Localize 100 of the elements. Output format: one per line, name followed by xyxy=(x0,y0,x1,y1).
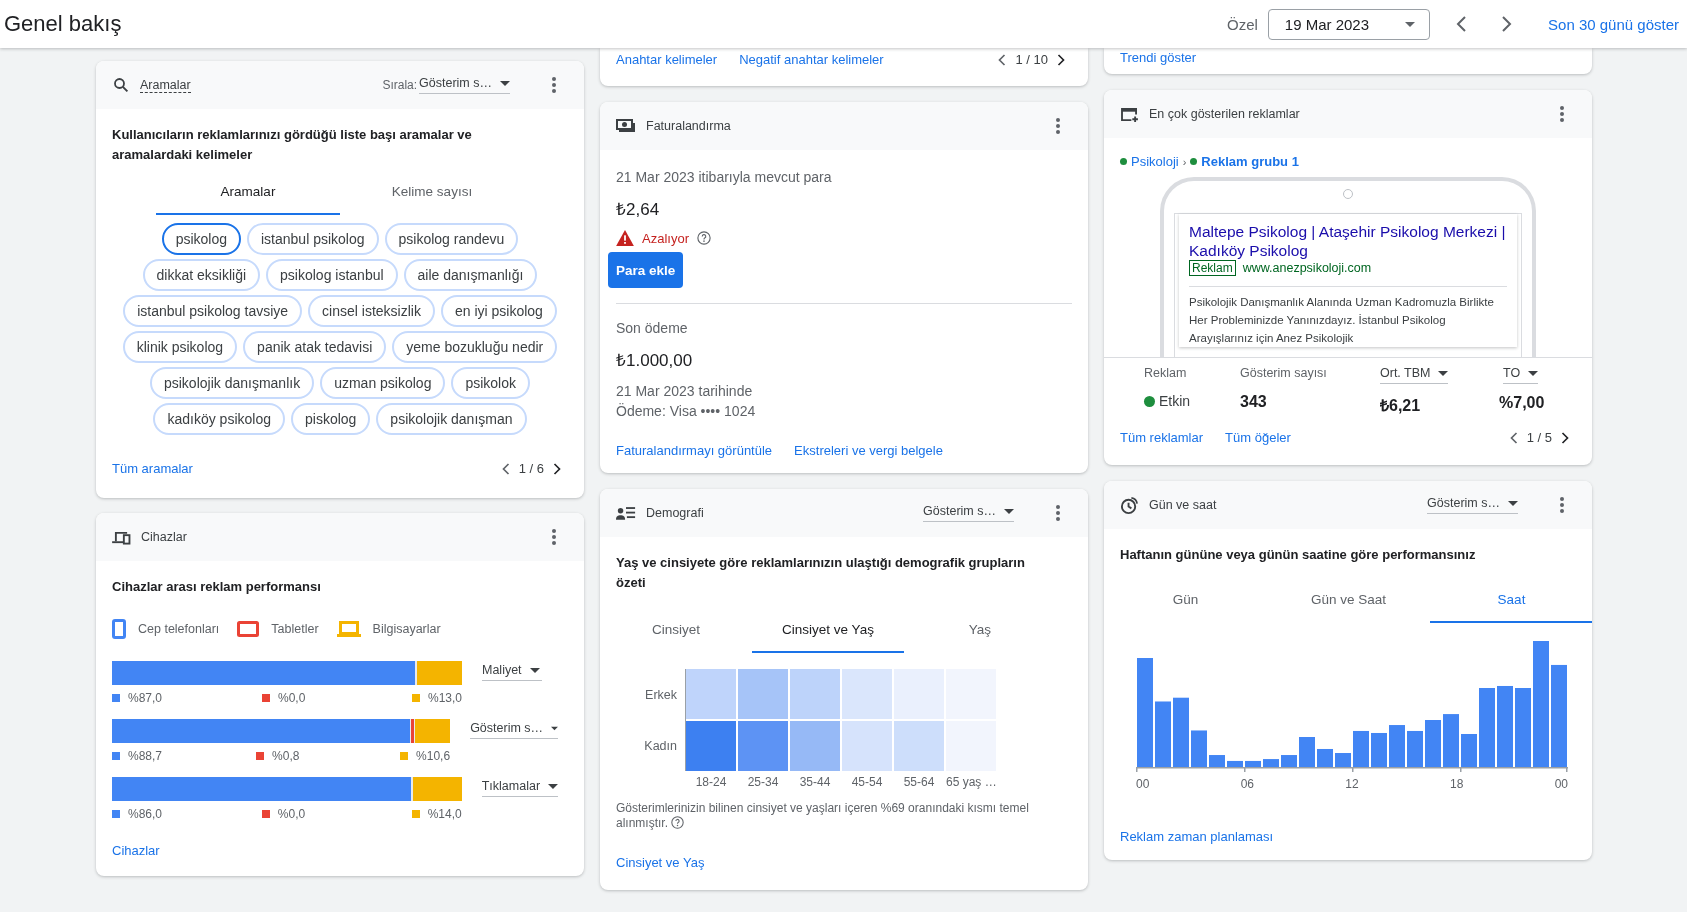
ad-headline[interactable]: Maltepe Psikolog | Ataşehir Psikolog Merkezi | Kadıköy Psikolog xyxy=(1189,222,1507,260)
more-icon[interactable] xyxy=(1056,118,1060,134)
caret-icon xyxy=(1528,370,1539,376)
more-icon[interactable] xyxy=(552,529,556,545)
tab[interactable]: Gün xyxy=(1104,587,1267,623)
tab[interactable]: Yaş xyxy=(904,617,1056,653)
devices-link[interactable]: Cihazlar xyxy=(112,843,160,858)
tab[interactable]: Cinsiyet xyxy=(600,617,752,653)
billing-link[interactable]: Ekstreleri ve vergi belgele xyxy=(794,443,943,458)
card-description: Yaş ve cinsiyete göre reklamlarınızın ulaştığı demografik grupların özeti xyxy=(616,554,1026,592)
search-chip[interactable]: psikolojik danışman xyxy=(376,403,527,435)
stat-value: ₺6,21 xyxy=(1380,396,1422,416)
axis-label: 06 xyxy=(1240,777,1254,791)
next-icon[interactable] xyxy=(552,461,562,476)
tab[interactable]: Cinsiyet ve Yaş xyxy=(752,617,904,653)
share-value: %88,7 xyxy=(128,749,163,763)
metric-dropdown[interactable]: Gösterim s… xyxy=(470,721,558,739)
axis-label: 00 xyxy=(1136,777,1150,791)
help-icon[interactable] xyxy=(696,231,711,245)
search-chip[interactable]: psikolojik danışmanlık xyxy=(149,367,315,399)
search-chip[interactable]: istanbul psikolog xyxy=(247,223,379,255)
column-header[interactable]: TO xyxy=(1503,366,1539,384)
more-icon[interactable] xyxy=(1056,505,1060,521)
status-dot xyxy=(1190,158,1198,165)
legend-swatch xyxy=(412,694,420,702)
status-dot xyxy=(1120,158,1127,165)
show-last-30-days-link[interactable]: Son 30 günü göster xyxy=(1548,15,1679,33)
ad-schedule-link[interactable]: Reklam zaman planlaması xyxy=(1120,829,1274,844)
date-dropdown[interactable]: 19 Mar 2023 xyxy=(1267,8,1431,40)
breadcrumb-link[interactable]: Reklam grubu 1 xyxy=(1201,154,1299,169)
previous-icon[interactable] xyxy=(500,461,511,476)
search-chip[interactable]: en iyi psikolog xyxy=(440,295,557,327)
metric-dropdown[interactable]: Maliyet xyxy=(482,663,542,681)
search-chip[interactable]: istanbul psikolog tavsiye xyxy=(123,295,303,327)
search-chip[interactable]: psikolok xyxy=(451,367,530,399)
column-label: 25-34 xyxy=(746,775,780,789)
add-money-button[interactable]: Para ekle xyxy=(608,252,684,288)
billing-link[interactable]: Faturalandırmayı görüntüle xyxy=(616,443,773,458)
caret-icon xyxy=(529,667,540,673)
ad-url: www.anezpsikoloji.com xyxy=(1242,261,1372,275)
previous-icon[interactable] xyxy=(1508,430,1519,445)
next-icon[interactable] xyxy=(1560,430,1570,445)
column-label: 18-24 xyxy=(694,775,728,789)
metric-dropdown[interactable]: Gösterim s… xyxy=(1427,496,1518,514)
last-payment-amount: ₺1.000,00 xyxy=(616,350,693,371)
legend-swatch xyxy=(112,694,120,702)
search-chip[interactable]: aile danışmanlığı xyxy=(403,259,538,291)
more-icon[interactable] xyxy=(1560,497,1564,513)
column-label: 55-64 xyxy=(902,775,936,789)
tab[interactable]: Saat xyxy=(1430,587,1592,623)
metric-dropdown[interactable]: Tıklamalar xyxy=(481,779,558,797)
search-chip[interactable]: yeme bozukluğu nedir xyxy=(392,331,558,363)
search-chip[interactable]: uzman psikolog xyxy=(320,367,446,399)
previous-icon[interactable] xyxy=(997,52,1008,67)
card-title: Cihazlar xyxy=(141,530,187,544)
people-list-icon xyxy=(616,505,636,521)
column-header[interactable]: Ort. TBM xyxy=(1380,366,1449,384)
clock-icon xyxy=(1120,495,1139,515)
search-chip[interactable]: kadıköy psikolog xyxy=(153,403,285,435)
heatmap-cell xyxy=(790,669,840,719)
range-label: Özel xyxy=(1227,15,1258,33)
show-trend-link[interactable]: Trendi göster xyxy=(1120,50,1197,65)
keywords-link[interactable]: Anahtar kelimeler xyxy=(616,52,718,67)
search-chip[interactable]: dikkat eksikliği xyxy=(142,259,261,291)
search-chip[interactable]: panik atak tedavisi xyxy=(243,331,387,363)
search-chip[interactable]: klinik psikolog xyxy=(122,331,238,363)
next-icon[interactable] xyxy=(1056,52,1066,67)
all-searches-link[interactable]: Tüm aramalar xyxy=(112,461,193,476)
help-icon[interactable] xyxy=(671,816,685,829)
search-chip[interactable]: psikolog istanbul xyxy=(266,259,398,291)
more-icon[interactable] xyxy=(1560,106,1564,122)
devices-icon xyxy=(112,529,131,545)
legend-swatch xyxy=(261,810,270,818)
heatmap-cell xyxy=(738,721,788,771)
card-title[interactable]: Aramalar xyxy=(140,77,191,93)
tab[interactable]: Aramalar xyxy=(156,179,340,215)
heatmap-cell xyxy=(842,721,892,771)
pager-text: 1 / 5 xyxy=(1526,430,1552,445)
ad-description: Psikolojik Danışmanlık Alanında Uzman Kadromuzla Birlikte Her Probleminizde Yanınızdayız. İstanbul Psikolog Arayışlarınız için Anez Psikolojik xyxy=(1189,295,1495,346)
breadcrumb-link[interactable]: Psikoloji xyxy=(1131,154,1179,169)
search-chip[interactable]: cinsel isteksizlik xyxy=(308,295,435,327)
legend-label: Bilgisayarlar xyxy=(372,622,441,636)
ads-link[interactable]: Tüm öğeler xyxy=(1225,430,1291,445)
search-chip[interactable]: psikolog xyxy=(161,223,241,255)
keywords-link[interactable]: Negatif anahtar kelimeler xyxy=(739,52,884,67)
more-icon[interactable] xyxy=(552,77,556,93)
breadcrumb-separator: › xyxy=(1182,155,1187,168)
sort-dropdown[interactable]: Gösterim s… xyxy=(419,76,510,94)
metric-dropdown[interactable]: Gösterim s… xyxy=(923,504,1014,522)
gender-age-link[interactable]: Cinsiyet ve Yaş xyxy=(616,855,705,870)
heatmap-cell xyxy=(738,669,788,719)
caret-icon xyxy=(548,783,558,789)
tab[interactable]: Gün ve Saat xyxy=(1267,587,1430,623)
search-chip[interactable]: psikolog randevu xyxy=(384,223,519,255)
search-chip[interactable]: piskolog xyxy=(291,403,371,435)
share-value: %10,6 xyxy=(416,749,451,763)
share-value: %86,0 xyxy=(128,807,163,821)
ads-link[interactable]: Tüm reklamlar xyxy=(1120,430,1204,445)
card-description: Haftanın gününe veya günün saatine göre performansınız xyxy=(1120,546,1477,564)
tab[interactable]: Kelime sayısı xyxy=(340,179,524,215)
